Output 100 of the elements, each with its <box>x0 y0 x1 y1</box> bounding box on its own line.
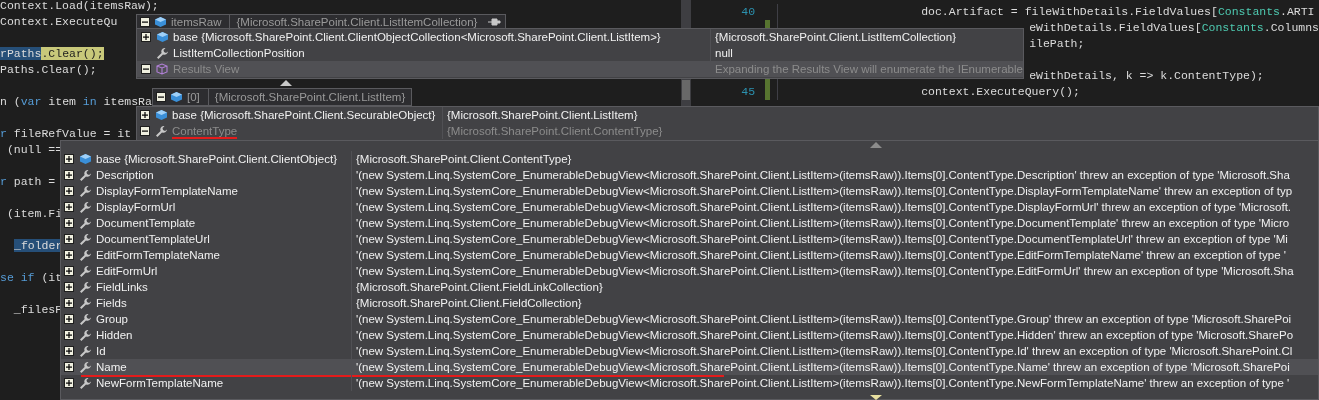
variable-row[interactable]: EditFormTemplateName '(new System.Linq.SystemCore_EnumerableDebugView<Microsoft.SharePoint.Client.ListItem>(itemsRaw)).Items[0].ContentType.EditFormTemplateName' threw an exception of type ' <box>61 247 1318 263</box>
variable-value: {Microsoft.SharePoint.Client.ContentType} <box>355 152 572 167</box>
collapse-icon[interactable] <box>141 64 151 74</box>
variable-name: Hidden <box>96 329 133 341</box>
variable-name: DisplayFormTemplateName <box>96 185 238 197</box>
wrench-icon <box>79 264 92 278</box>
code-line: Context.Load(itemsRaw); <box>0 0 159 14</box>
expand-icon[interactable] <box>64 346 74 356</box>
variable-value: {Microsoft.SharePoint.Client.ListItem} <box>207 89 412 105</box>
expand-icon[interactable] <box>141 32 151 42</box>
variable-name: Fields <box>96 297 127 309</box>
wrench-icon <box>79 232 92 246</box>
variable-row[interactable]: NewFormTemplateName '(new System.Linq.SystemCore_EnumerableDebugView<Microsoft.SharePoint.Client.ListItem>(itemsRaw)).Items[0].ContentType.NewFormTemplateName' threw an exception of type ' <box>61 375 1318 391</box>
wrench-icon <box>79 312 92 326</box>
variable-value: '(new System.Linq.SystemCore_EnumerableDebugView<Microsoft.SharePoint.Client.ListItem>(itemsRaw)).Items[0].ContentType.Id' threw an exception of type 'Microsoft.SharePoint.Cl <box>355 344 1293 359</box>
expand-icon[interactable] <box>64 362 74 372</box>
variable-value: '(new System.Linq.SystemCore_EnumerableDebugView<Microsoft.SharePoint.Client.ListItem>(itemsRaw)).Items[0].ContentType.Name' threw an exception of type 'Microsoft.SharePoi <box>355 360 1290 375</box>
line-number: 40 <box>740 4 756 20</box>
collapse-icon[interactable] <box>156 92 166 102</box>
expand-icon[interactable] <box>64 170 74 180</box>
collapse-icon[interactable] <box>140 16 150 27</box>
code-line: r fileRefValue = it <box>0 126 132 142</box>
variable-value: '(new System.Linq.SystemCore_EnumerableDebugView<Microsoft.SharePoint.Client.ListItem>(itemsRaw)).Items[0].ContentType.EditFormUrl' threw an exception of type 'Microsoft.Sha <box>355 264 1294 279</box>
code-line: ilePath; <box>1029 36 1085 52</box>
expand-icon[interactable] <box>64 266 74 276</box>
code-line: (item.Fi <box>5 206 63 222</box>
variable-name: itemsRaw <box>170 15 223 28</box>
cube-icon <box>156 31 169 43</box>
variable-row[interactable]: Group '(new System.Linq.SystemCore_EnumerableDebugView<Microsoft.SharePoint.Client.ListItem>(itemsRaw)).Items[0].ContentType.Group' threw an exception of type 'Microsoft.SharePoi <box>61 311 1318 327</box>
expand-icon[interactable] <box>64 202 74 212</box>
code-line: r path = <box>0 174 56 190</box>
variable-value: '(new System.Linq.SystemCore_EnumerableDebugView<Microsoft.SharePoint.Client.ListItem>(itemsRaw)).Items[0].ContentType.DocumentTemplateUrl' threw an exception of type 'Mi <box>355 232 1288 247</box>
variable-value: {Microsoft.SharePoint.Client.ContentType} <box>446 124 663 139</box>
expand-icon[interactable] <box>64 330 74 340</box>
variable-name: Description <box>96 169 154 181</box>
variable-row[interactable]: DocumentTemplate '(new System.Linq.SystemCore_EnumerableDebugView<Microsoft.SharePoint.Client.ListItem>(itemsRaw)).Items[0].ContentType.DocumentTemplate' threw an exception of type 'Micro <box>61 215 1318 231</box>
wrench-icon <box>79 296 92 310</box>
cube-icon <box>79 153 92 165</box>
variable-name: ListItemCollectionPosition <box>173 47 305 59</box>
collapse-icon[interactable] <box>140 126 150 136</box>
wrench-icon <box>79 344 92 358</box>
expand-icon[interactable] <box>64 250 74 260</box>
variable-value: {Microsoft.SharePoint.Client.ListItemCollection} <box>714 30 956 45</box>
variable-row[interactable]: DisplayFormTemplateName '(new System.Linq.SystemCore_EnumerableDebugView<Microsoft.SharePoint.Client.ListItem>(itemsRaw)).Items[0].ContentType.DisplayFormTemplateName' threw an exception of typ <box>61 183 1318 199</box>
variable-name: DocumentTemplate <box>96 217 196 229</box>
wrench-icon <box>79 200 92 214</box>
variable-value: '(new System.Linq.SystemCore_EnumerableDebugView<Microsoft.SharePoint.Client.ListItem>(itemsRaw)).Items[0].ContentType.DocumentTemplate' threw an exception of type 'Micro <box>355 216 1290 231</box>
variable-name: base {Microsoft.SharePoint.Client.ClientObjectCollection<Microsoft.SharePoint.Client.ListItem>} <box>173 31 661 43</box>
variable-row[interactable]: DisplayFormUrl '(new System.Linq.SystemCore_EnumerableDebugView<Microsoft.SharePoint.Client.ListItem>(itemsRaw)).Items[0].ContentType.DisplayFormUrl' threw an exception of type 'Microsoft. <box>61 199 1318 215</box>
variable-row[interactable]: EditFormUrl '(new System.Linq.SystemCore_EnumerableDebugView<Microsoft.SharePoint.Client.ListItem>(itemsRaw)).Items[0].ContentType.EditFormUrl' threw an exception of type 'Microsoft.Sha <box>61 263 1318 279</box>
variable-value: '(new System.Linq.SystemCore_EnumerableDebugView<Microsoft.SharePoint.Client.ListItem>(itemsRaw)).Items[0].ContentType.DisplayFormUrl' threw an exception of type 'Microsoft. <box>355 200 1292 215</box>
variable-row[interactable]: Name '(new System.Linq.SystemCore_EnumerableDebugView<Microsoft.SharePoint.Client.ListItem>(itemsRaw)).Items[0].ContentType.Name' threw an exception of type 'Microsoft.SharePoi <box>61 359 1318 375</box>
wrench-icon <box>79 328 92 342</box>
expand-icon[interactable] <box>64 282 74 292</box>
code-line: eWithDetails.FieldValues[Constants.Columns <box>1029 20 1319 36</box>
variable-value: {Microsoft.SharePoint.Client.FieldLinkCollection} <box>355 280 603 295</box>
variable-row[interactable]: Fields {Microsoft.SharePoint.Client.FieldCollection} <box>61 295 1318 311</box>
code-line: eWithDetails, k => k.ContentType); <box>1029 68 1264 84</box>
variable-row[interactable]: base {Microsoft.SharePoint.Client.ClientObject} {Microsoft.SharePoint.Client.ContentType} <box>61 151 1318 167</box>
variable-name: Name <box>96 361 127 373</box>
variable-name: base {Microsoft.SharePoint.Client.SecurableObject} <box>172 109 436 121</box>
code-line: n (var item in itemsRa <box>0 94 152 110</box>
expand-icon[interactable] <box>140 110 150 120</box>
variable-name: Id <box>96 345 106 357</box>
variable-row[interactable]: Description '(new System.Linq.SystemCore_EnumerableDebugView<Microsoft.SharePoint.Client.ListItem>(itemsRaw)).Items[0].ContentType.Description' threw an exception of type 'Microsoft.Sha <box>61 167 1318 183</box>
expand-icon[interactable] <box>64 154 74 164</box>
code-line: Paths.Clear(); <box>0 62 97 78</box>
expand-icon[interactable] <box>64 218 74 228</box>
variable-row[interactable]: FieldLinks {Microsoft.SharePoint.Client.FieldLinkCollection} <box>61 279 1318 295</box>
code-line: _filesP <box>12 302 63 318</box>
variable-value: {Microsoft.SharePoint.Client.ListItemCollection} <box>229 13 484 30</box>
variable-value: null <box>714 46 733 61</box>
expand-icon[interactable] <box>64 298 74 308</box>
code-line: rPaths.Clear(); <box>0 46 104 62</box>
variable-value: '(new System.Linq.SystemCore_EnumerableDebugView<Microsoft.SharePoint.Client.ListItem>(itemsRaw)).Items[0].ContentType.Description' threw an exception of type 'Microsoft.Sha <box>355 168 1290 183</box>
expand-icon[interactable] <box>64 186 74 196</box>
scrollbar-thumb[interactable] <box>682 80 691 100</box>
code-line: context.ExecuteQuery(); <box>921 84 1080 100</box>
wrench-icon <box>79 376 92 390</box>
variable-name: FieldLinks <box>96 281 148 293</box>
variable-name: NewFormTemplateName <box>96 377 224 389</box>
expand-icon[interactable] <box>64 314 74 324</box>
code-line: Context.ExecuteQu <box>0 14 118 30</box>
pin-icon[interactable] <box>487 16 502 27</box>
variable-value: '(new System.Linq.SystemCore_EnumerableDebugView<Microsoft.SharePoint.Client.ListItem>(itemsRaw)).Items[0].ContentType.NewFormTemplateName' threw an exception of type ' <box>355 376 1290 391</box>
scroll-down-icon[interactable] <box>870 395 882 400</box>
variable-value: '(new System.Linq.SystemCore_EnumerableDebugView<Microsoft.SharePoint.Client.ListItem>(itemsRaw)).Items[0].ContentType.EditFormTemplateName' threw an exception of type ' <box>355 248 1286 263</box>
variable-row[interactable]: DocumentTemplateUrl '(new System.Linq.SystemCore_EnumerableDebugView<Microsoft.SharePoint.Client.ListItem>(itemsRaw)).Items[0].ContentType.DocumentTemplateUrl' threw an exception of type 'Mi <box>61 231 1318 247</box>
expand-icon[interactable] <box>64 234 74 244</box>
variable-row[interactable]: base {Microsoft.SharePoint.Client.SecurableObject} {Microsoft.SharePoint.Client.ListItem} <box>137 107 1318 123</box>
expand-icon[interactable] <box>64 378 74 388</box>
cube-icon <box>155 109 168 121</box>
wrench-icon <box>79 360 92 374</box>
variable-name: DocumentTemplateUrl <box>96 233 210 245</box>
variable-row[interactable]: Hidden '(new System.Linq.SystemCore_EnumerableDebugView<Microsoft.SharePoint.Client.ListItem>(itemsRaw)).Items[0].ContentType.Hidden' threw an exception of type 'Microsoft.SharePo <box>61 327 1318 343</box>
wrench-icon <box>79 216 92 230</box>
variable-name: Results View <box>173 63 240 75</box>
wrench-icon <box>79 184 92 198</box>
wrench-icon <box>79 280 92 294</box>
variable-name: DisplayFormUrl <box>96 201 176 213</box>
